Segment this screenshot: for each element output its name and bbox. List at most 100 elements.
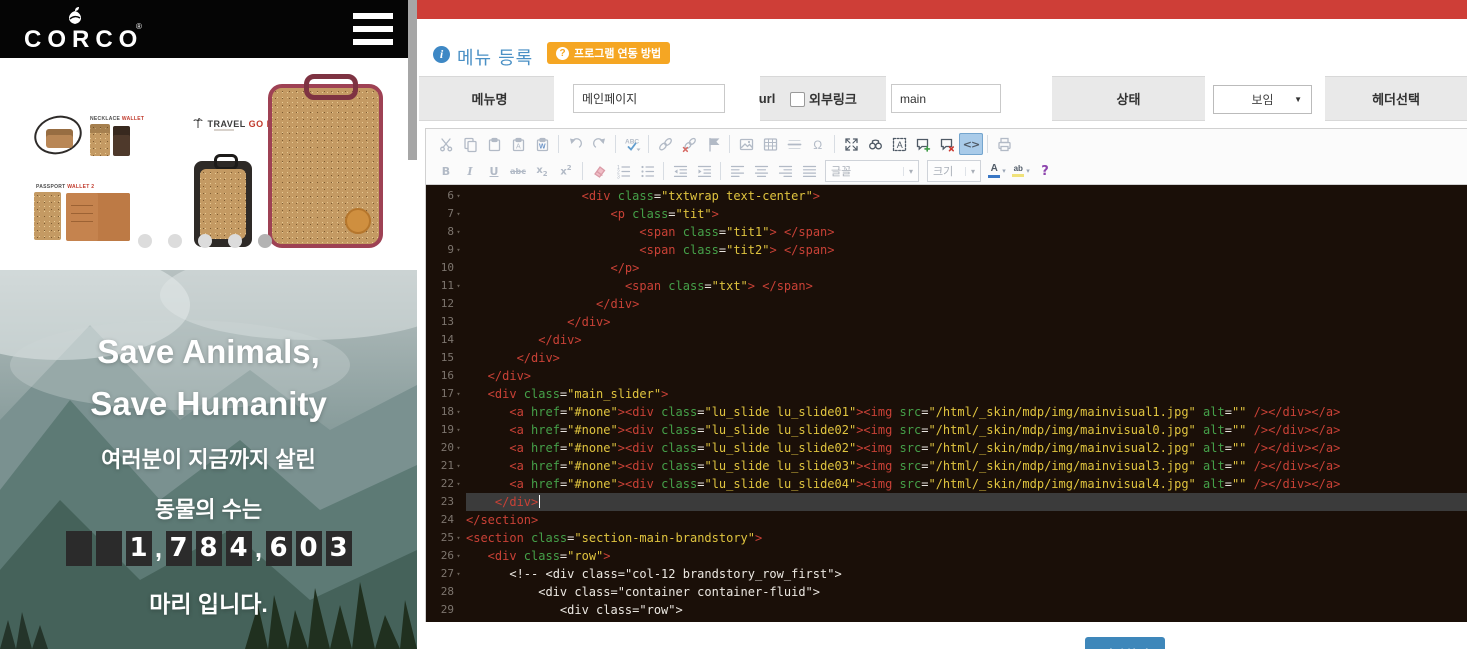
code-line[interactable]: 11▾<span class="txt"> </span> xyxy=(426,277,1467,295)
paste-icon[interactable] xyxy=(482,133,506,155)
code-line[interactable]: 14</div> xyxy=(426,331,1467,349)
outdent-icon[interactable] xyxy=(668,160,692,182)
print-icon[interactable] xyxy=(992,133,1016,155)
slider-dot[interactable] xyxy=(258,234,272,248)
numbered-list-icon[interactable]: 123 xyxy=(611,160,635,182)
align-center-icon[interactable] xyxy=(749,160,773,182)
fold-arrow-icon[interactable]: ▾ xyxy=(454,421,463,439)
code-line[interactable]: 19▾<a href="#none"><div class="lu_slide … xyxy=(426,421,1467,439)
large-backpack-image[interactable] xyxy=(268,84,383,248)
redo-icon[interactable] xyxy=(587,133,611,155)
fold-arrow-icon[interactable]: ▾ xyxy=(454,277,463,295)
external-link-checkbox[interactable] xyxy=(790,92,805,107)
image-icon[interactable] xyxy=(734,133,758,155)
comment-add-icon[interactable] xyxy=(911,133,935,155)
fold-arrow-icon[interactable]: ▾ xyxy=(454,439,463,457)
font-family-dropdown[interactable]: 글꼴▾ xyxy=(825,160,919,182)
menu-icon[interactable] xyxy=(353,13,393,45)
comment-remove-icon[interactable] xyxy=(935,133,959,155)
italic-icon[interactable]: I xyxy=(458,160,482,182)
align-justify-icon[interactable] xyxy=(797,160,821,182)
align-left-icon[interactable] xyxy=(725,160,749,182)
fold-arrow-icon[interactable]: ▾ xyxy=(454,385,463,403)
code-line[interactable]: 6▾<div class="txtwrap text-center"> xyxy=(426,187,1467,205)
fold-arrow-icon[interactable]: ▾ xyxy=(454,403,463,421)
code-line[interactable]: 25▾<section class="section-main-brandsto… xyxy=(426,529,1467,547)
code-line[interactable]: 30<div class="col-12 col-lg-7 brandstory… xyxy=(426,619,1467,622)
table-icon[interactable] xyxy=(758,133,782,155)
bulleted-list-icon[interactable] xyxy=(635,160,659,182)
strikethrough-icon[interactable]: abc xyxy=(506,160,530,182)
code-line[interactable]: 10</p> xyxy=(426,259,1467,277)
cut-icon[interactable] xyxy=(434,133,458,155)
slider-dot[interactable] xyxy=(198,234,212,248)
slider-dot[interactable] xyxy=(168,234,182,248)
remove-format-icon[interactable] xyxy=(587,160,611,182)
code-line[interactable]: 22▾<a href="#none"><div class="lu_slide … xyxy=(426,475,1467,493)
code-line[interactable]: 9▾<span class="tit2"> </span> xyxy=(426,241,1467,259)
fold-arrow-icon[interactable]: ▾ xyxy=(454,241,463,259)
horizontal-line-icon[interactable] xyxy=(782,133,806,155)
fold-arrow-icon[interactable]: ▾ xyxy=(454,205,463,223)
necklace-wallet-pouch[interactable] xyxy=(46,129,73,148)
align-right-icon[interactable] xyxy=(773,160,797,182)
special-char-icon[interactable]: Ω xyxy=(806,133,830,155)
menu-name-input[interactable] xyxy=(573,84,725,113)
code-line[interactable]: 18▾<a href="#none"><div class="lu_slide … xyxy=(426,403,1467,421)
code-line[interactable]: 23</div> xyxy=(426,493,1467,511)
underline-icon[interactable]: U xyxy=(482,160,506,182)
code-line[interactable]: 27▾<!-- <div class="col-12 brandstory_ro… xyxy=(426,565,1467,583)
fold-arrow-icon[interactable]: ▾ xyxy=(454,457,463,475)
fold-arrow-icon[interactable]: ▾ xyxy=(454,187,463,205)
code-line[interactable]: 20▾<a href="#none"><div class="lu_slide … xyxy=(426,439,1467,457)
code-line[interactable]: 8▾<span class="tit1"> </span> xyxy=(426,223,1467,241)
indent-icon[interactable] xyxy=(692,160,716,182)
fold-arrow-icon[interactable]: ▾ xyxy=(454,475,463,493)
preview-scrollbar-thumb[interactable] xyxy=(408,0,417,160)
cork-wallet-image[interactable] xyxy=(90,124,110,156)
dark-wallet-image[interactable] xyxy=(113,126,130,156)
undo-icon[interactable] xyxy=(563,133,587,155)
slider-dot[interactable] xyxy=(138,234,152,248)
find-icon[interactable] xyxy=(863,133,887,155)
code-line[interactable]: 17▾<div class="main_slider"> xyxy=(426,385,1467,403)
paste-text-icon[interactable]: A xyxy=(506,133,530,155)
spellcheck-icon[interactable]: ABC xyxy=(620,133,644,155)
anchor-flag-icon[interactable] xyxy=(701,133,725,155)
unlink-icon[interactable] xyxy=(677,133,701,155)
link-icon[interactable] xyxy=(653,133,677,155)
copy-icon[interactable] xyxy=(458,133,482,155)
fold-arrow-icon[interactable]: ▾ xyxy=(454,223,463,241)
source-button[interactable]: <> xyxy=(959,133,983,155)
code-line[interactable]: 12</div> xyxy=(426,295,1467,313)
code-line[interactable]: 15</div> xyxy=(426,349,1467,367)
code-line[interactable]: 29<div class="row"> xyxy=(426,601,1467,619)
code-line[interactable]: 24</section> xyxy=(426,511,1467,529)
select-all-icon[interactable]: A xyxy=(887,133,911,155)
maximize-icon[interactable] xyxy=(839,133,863,155)
passport-wallet-image[interactable] xyxy=(34,192,61,240)
code-line[interactable]: 28<div class="container container-fluid"… xyxy=(426,583,1467,601)
slider-dot[interactable] xyxy=(228,234,242,248)
paste-word-icon[interactable]: W xyxy=(530,133,554,155)
url-input[interactable] xyxy=(891,84,1001,113)
code-area[interactable]: 6▾<div class="txtwrap text-center">7▾<p … xyxy=(426,185,1467,622)
save-button[interactable]: 저장하기 xyxy=(1085,637,1165,649)
code-line[interactable]: 7▾<p class="tit"> xyxy=(426,205,1467,223)
bg-color-icon[interactable]: ab▾ xyxy=(1009,160,1033,182)
subscript-icon[interactable]: x2 xyxy=(530,160,554,182)
fold-arrow-icon[interactable]: ▾ xyxy=(454,529,463,547)
status-select[interactable]: 보임 ▼ xyxy=(1213,85,1312,114)
code-line[interactable]: 21▾<a href="#none"><div class="lu_slide … xyxy=(426,457,1467,475)
help-icon[interactable]: ? xyxy=(1033,160,1057,182)
code-line[interactable]: 26▾<div class="row"> xyxy=(426,547,1467,565)
text-color-icon[interactable]: A▾ xyxy=(985,160,1009,182)
open-wallet-image[interactable] xyxy=(66,193,130,241)
bold-icon[interactable]: B xyxy=(434,160,458,182)
superscript-icon[interactable]: x2 xyxy=(554,160,578,182)
program-link-help-button[interactable]: ? 프로그램 연동 방법 xyxy=(547,42,670,64)
fold-arrow-icon[interactable]: ▾ xyxy=(454,565,463,583)
code-line[interactable]: 13</div> xyxy=(426,313,1467,331)
font-size-dropdown[interactable]: 크기▾ xyxy=(927,160,981,182)
fold-arrow-icon[interactable]: ▾ xyxy=(454,547,463,565)
